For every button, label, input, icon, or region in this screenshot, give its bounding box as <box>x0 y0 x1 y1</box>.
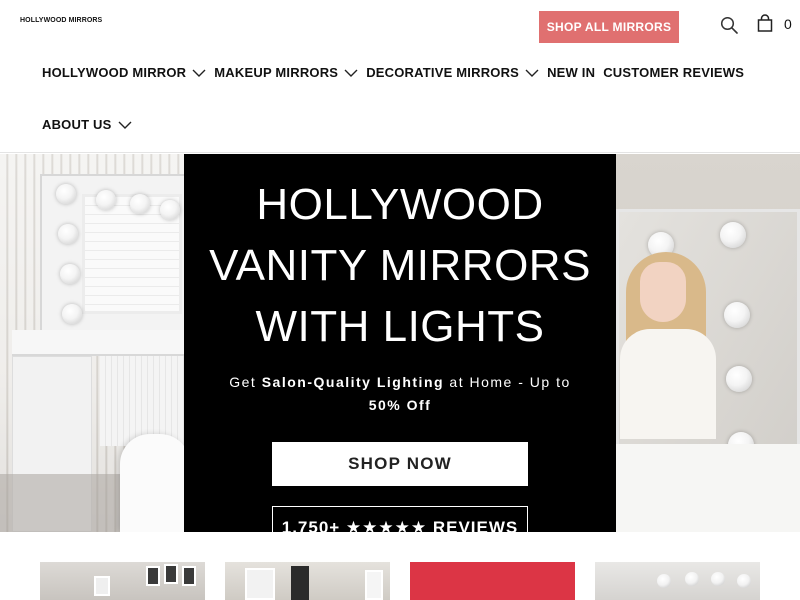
subtitle-discount: 50% Off <box>368 397 432 413</box>
hero-title-line-1: HOLLYWOOD <box>256 180 544 229</box>
bulb <box>60 264 80 284</box>
hero-title-line-2: VANITY MIRRORS <box>209 241 591 290</box>
picture-frame <box>94 576 110 596</box>
nav-item-label: DECORATIVE MIRRORS <box>366 65 520 80</box>
nav-item-hollywood-mirror[interactable]: HOLLYWOOD MIRROR <box>42 65 206 80</box>
stool <box>120 434 190 532</box>
bulb <box>685 572 699 586</box>
bulb <box>720 222 746 248</box>
nav-item-makeup-mirrors[interactable]: MAKEUP MIRRORS <box>214 65 358 80</box>
hero-title: HOLLYWOOD VANITY MIRRORS WITH LIGHTS <box>184 174 616 357</box>
site-header: HOLLYWOOD MIRRORS SHOP ALL MIRRORS 0 HOL… <box>0 0 800 153</box>
shop-all-mirrors-button[interactable]: SHOP ALL MIRRORS <box>539 11 679 43</box>
hero-text-panel: HOLLYWOOD VANITY MIRRORS WITH LIGHTS Get… <box>184 154 616 532</box>
picture-frame <box>182 566 196 586</box>
nav-item-about-us[interactable]: ABOUT US <box>42 117 132 132</box>
shop-now-button[interactable]: SHOP NOW <box>272 442 528 486</box>
dressing-table <box>12 330 187 356</box>
nav-item-label: ABOUT US <box>42 117 112 132</box>
nav-item-customer-reviews[interactable]: CUSTOMER REVIEWS <box>603 65 744 80</box>
bulb <box>96 190 116 210</box>
bulb <box>724 302 750 328</box>
subtitle-prefix: Get <box>229 374 262 390</box>
bulb <box>711 572 725 586</box>
product-tile-promo[interactable] <box>410 562 575 600</box>
hero-image-right <box>616 154 800 532</box>
product-tile[interactable] <box>225 562 390 600</box>
bulb <box>62 304 82 324</box>
nav-item-label: CUSTOMER REVIEWS <box>603 65 745 80</box>
cart-count[interactable]: 0 <box>784 16 792 32</box>
product-tile[interactable] <box>595 562 760 600</box>
hero-title-line-3: WITH LIGHTS <box>255 302 545 351</box>
nav-item-decorative-mirrors[interactable]: DECORATIVE MIRRORS <box>366 65 539 80</box>
main-nav-row-1: HOLLYWOOD MIRROR MAKEUP MIRRORS DECORATI… <box>42 65 752 80</box>
reviews-button[interactable]: 1,750+ ★★★★★ REVIEWS <box>272 506 528 532</box>
bulb <box>58 224 78 244</box>
bulb <box>737 574 751 588</box>
search-icon[interactable] <box>720 16 738 34</box>
chevron-down-icon <box>525 69 539 77</box>
wall-art <box>365 570 383 600</box>
bulb <box>657 574 671 588</box>
radiator <box>100 356 184 446</box>
chevron-down-icon <box>118 121 131 129</box>
picture-frame <box>164 564 178 584</box>
hero-image-left <box>0 154 190 532</box>
cart-icon[interactable] <box>757 14 773 32</box>
nav-item-label: NEW IN <box>547 65 596 80</box>
bulb <box>56 184 76 204</box>
nav-item-label: HOLLYWOOD MIRROR <box>42 65 187 80</box>
nav-item-new-in[interactable]: NEW IN <box>547 65 595 80</box>
hero-subtitle: Get Salon-Quality Lighting at Home - Up … <box>204 371 596 417</box>
dressing-table <box>616 444 800 532</box>
model-body <box>620 329 716 439</box>
shelf <box>245 568 275 600</box>
picture-frame <box>146 566 160 586</box>
site-logo[interactable]: HOLLYWOOD MIRRORS <box>20 17 102 24</box>
chevron-down-icon <box>344 69 358 77</box>
model-face <box>640 262 686 322</box>
bulb <box>726 366 752 392</box>
chevron-down-icon <box>192 69 206 77</box>
hero-banner: HOLLYWOOD VANITY MIRRORS WITH LIGHTS Get… <box>0 154 800 532</box>
subtitle-bold: Salon-Quality Lighting <box>261 374 445 390</box>
nav-item-label: MAKEUP MIRRORS <box>214 65 339 80</box>
subtitle-middle: at Home - Up to <box>444 374 571 390</box>
main-nav-row-2: ABOUT US <box>42 117 140 132</box>
bulb <box>130 194 150 214</box>
bulb <box>160 200 180 220</box>
radiator <box>291 566 309 600</box>
product-tile[interactable] <box>40 562 205 600</box>
